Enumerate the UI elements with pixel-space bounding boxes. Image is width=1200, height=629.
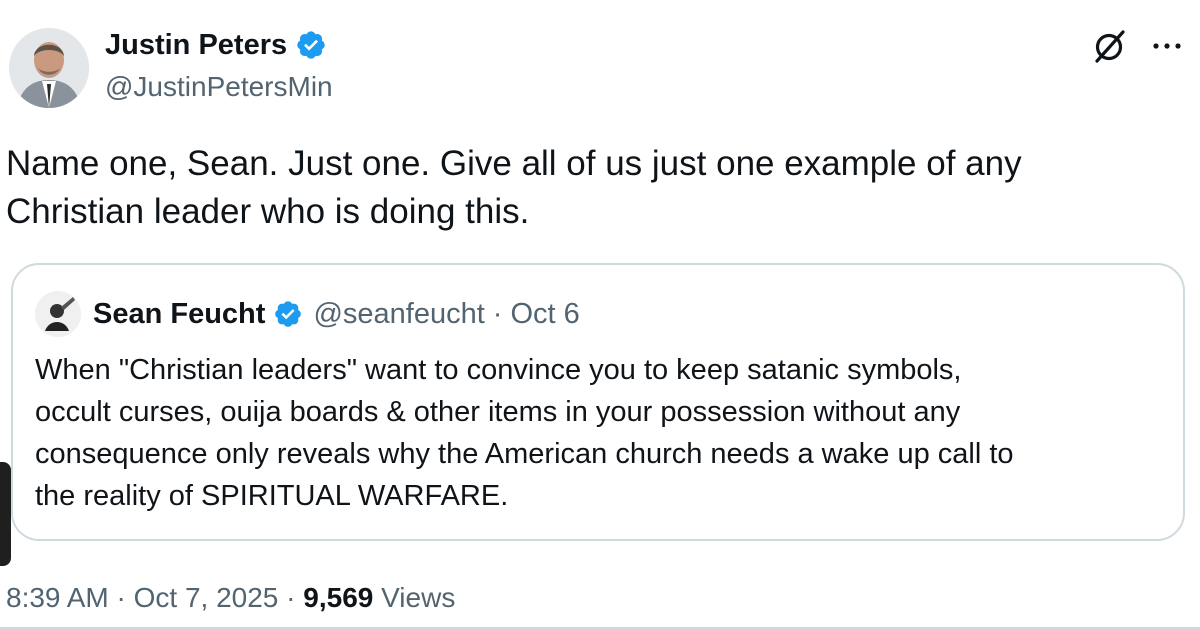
quoted-author-avatar xyxy=(35,291,81,337)
header-actions xyxy=(1092,28,1182,64)
verified-badge-icon xyxy=(297,31,325,59)
author-name-row[interactable]: Justin Peters xyxy=(105,28,327,62)
views-count: 9,569 xyxy=(303,582,374,613)
quoted-tweet-header: Sean Feucht @seanfeucht · Oct 6 xyxy=(35,291,580,337)
views-label: Views xyxy=(381,582,456,613)
more-icon[interactable] xyxy=(1152,41,1182,51)
author-avatar[interactable] xyxy=(9,28,89,108)
quoted-date: Oct 6 xyxy=(510,298,580,330)
quoted-author-handle: @seanfeucht xyxy=(313,298,485,330)
left-edge-handle xyxy=(0,462,11,566)
verified-badge-icon xyxy=(275,301,302,327)
tweet-time[interactable]: 8:39 AM xyxy=(6,582,109,613)
author-name[interactable]: Justin Peters xyxy=(105,28,287,62)
quoted-tweet-text: When "Christian leaders" want to convinc… xyxy=(35,354,1014,512)
tweet-text: Name one, Sean. Just one. Give all of us… xyxy=(6,144,1022,231)
quoted-separator: · xyxy=(492,298,503,330)
tweet-meta: 8:39 AM · Oct 7, 2025 · 9,569 Views xyxy=(6,578,455,618)
tweet-date[interactable]: Oct 7, 2025 xyxy=(134,582,279,613)
quoted-tweet-card[interactable]: Sean Feucht @seanfeucht · Oct 6 When "Ch… xyxy=(11,263,1185,541)
author-handle[interactable]: @JustinPetersMin xyxy=(105,70,333,104)
quoted-author-name: Sean Feucht xyxy=(93,298,266,330)
meta-separator: · xyxy=(286,582,296,613)
meta-separator: · xyxy=(116,582,126,613)
grok-icon[interactable] xyxy=(1092,28,1128,64)
